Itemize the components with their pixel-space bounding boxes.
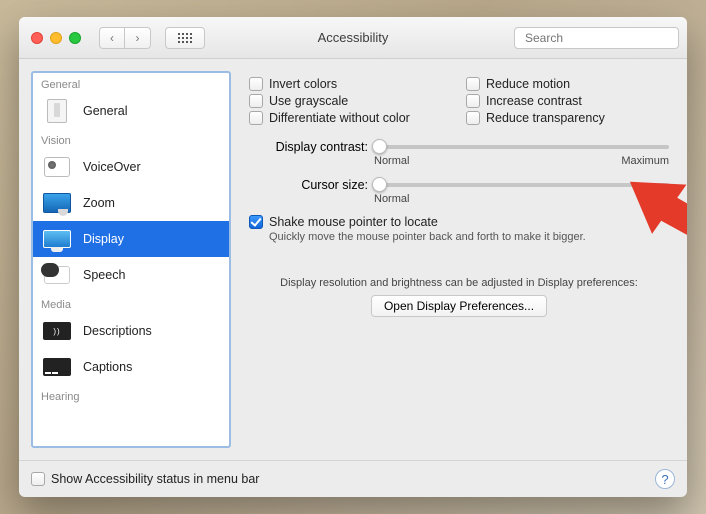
sidebar-item-label: Descriptions (83, 324, 152, 338)
titlebar: ‹ › Accessibility (19, 17, 687, 59)
cursor-size-label: Cursor size: (249, 177, 374, 192)
search-input[interactable] (525, 31, 680, 45)
sidebar-item-label: Speech (83, 268, 125, 282)
invert-colors-checkbox[interactable]: Invert colors (249, 77, 452, 91)
sidebar-item-display[interactable]: Display (33, 221, 229, 257)
open-display-preferences-button[interactable]: Open Display Preferences... (371, 295, 547, 317)
sidebar-item-label: VoiceOver (83, 160, 141, 174)
category-sidebar: General General Vision VoiceOver Zoom Di… (31, 71, 231, 448)
sidebar-item-captions[interactable]: Captions (33, 349, 229, 385)
display-icon (43, 230, 71, 248)
checkbox-label: Use grayscale (269, 94, 348, 108)
cursor-size-slider[interactable] (374, 183, 669, 187)
reduce-motion-checkbox[interactable]: Reduce motion (466, 77, 669, 91)
display-prefs-note: Display resolution and brightness can be… (249, 277, 669, 289)
show-status-checkbox[interactable]: Show Accessibility status in menu bar (31, 472, 259, 486)
captions-icon (43, 358, 71, 376)
voiceover-icon (44, 157, 70, 177)
sidebar-item-descriptions[interactable]: )) Descriptions (33, 313, 229, 349)
search-field[interactable] (514, 27, 679, 49)
zoom-window-button[interactable] (69, 32, 81, 44)
descriptions-icon: )) (43, 322, 71, 340)
content-pane: Invert colors Reduce motion Use grayscal… (243, 71, 675, 448)
checkbox-label: Increase contrast (486, 94, 582, 108)
shake-pointer-checkbox[interactable]: Shake mouse pointer to locate (249, 215, 669, 229)
speech-icon (44, 266, 70, 284)
zoom-icon (43, 193, 71, 213)
increase-contrast-checkbox[interactable]: Increase contrast (466, 94, 669, 108)
sidebar-item-zoom[interactable]: Zoom (33, 185, 229, 221)
sidebar-item-general[interactable]: General (33, 93, 229, 129)
shake-pointer-hint: Quickly move the mouse pointer back and … (269, 231, 669, 243)
sidebar-item-label: Display (83, 232, 124, 246)
close-window-button[interactable] (31, 32, 43, 44)
accessibility-window: ‹ › Accessibility General General Vision… (19, 17, 687, 497)
differentiate-checkbox[interactable]: Differentiate without color (249, 111, 452, 125)
checkbox-label: Shake mouse pointer to locate (269, 215, 438, 229)
minimize-window-button[interactable] (50, 32, 62, 44)
slider-max-label: Maximum (621, 155, 669, 167)
sidebar-item-voiceover[interactable]: VoiceOver (33, 149, 229, 185)
slider-max-label: Large (641, 193, 669, 205)
nav-back-forward: ‹ › (99, 27, 151, 49)
group-label-media: Media (33, 293, 229, 313)
checkbox-label: Reduce motion (486, 77, 570, 91)
checkbox-label: Invert colors (269, 77, 337, 91)
help-button[interactable]: ? (655, 469, 675, 489)
sidebar-item-label: General (83, 104, 127, 118)
back-button[interactable]: ‹ (99, 27, 125, 49)
checkbox-label: Show Accessibility status in menu bar (51, 472, 259, 486)
group-label-hearing: Hearing (33, 385, 229, 405)
general-icon (47, 99, 67, 123)
slider-min-label: Normal (374, 193, 409, 205)
reduce-transparency-checkbox[interactable]: Reduce transparency (466, 111, 669, 125)
group-label-vision: Vision (33, 129, 229, 149)
use-grayscale-checkbox[interactable]: Use grayscale (249, 94, 452, 108)
display-contrast-slider[interactable] (374, 145, 669, 149)
forward-button[interactable]: › (125, 27, 151, 49)
sidebar-item-label: Captions (83, 360, 132, 374)
sidebar-item-speech[interactable]: Speech (33, 257, 229, 293)
slider-min-label: Normal (374, 155, 409, 167)
window-controls (31, 32, 81, 44)
checkbox-label: Reduce transparency (486, 111, 605, 125)
sidebar-item-label: Zoom (83, 196, 115, 210)
group-label-general: General (33, 73, 229, 93)
display-contrast-label: Display contrast: (249, 139, 374, 154)
bottom-bar: Show Accessibility status in menu bar ? (19, 460, 687, 497)
checkbox-label: Differentiate without color (269, 111, 410, 125)
show-all-button[interactable] (165, 27, 205, 49)
